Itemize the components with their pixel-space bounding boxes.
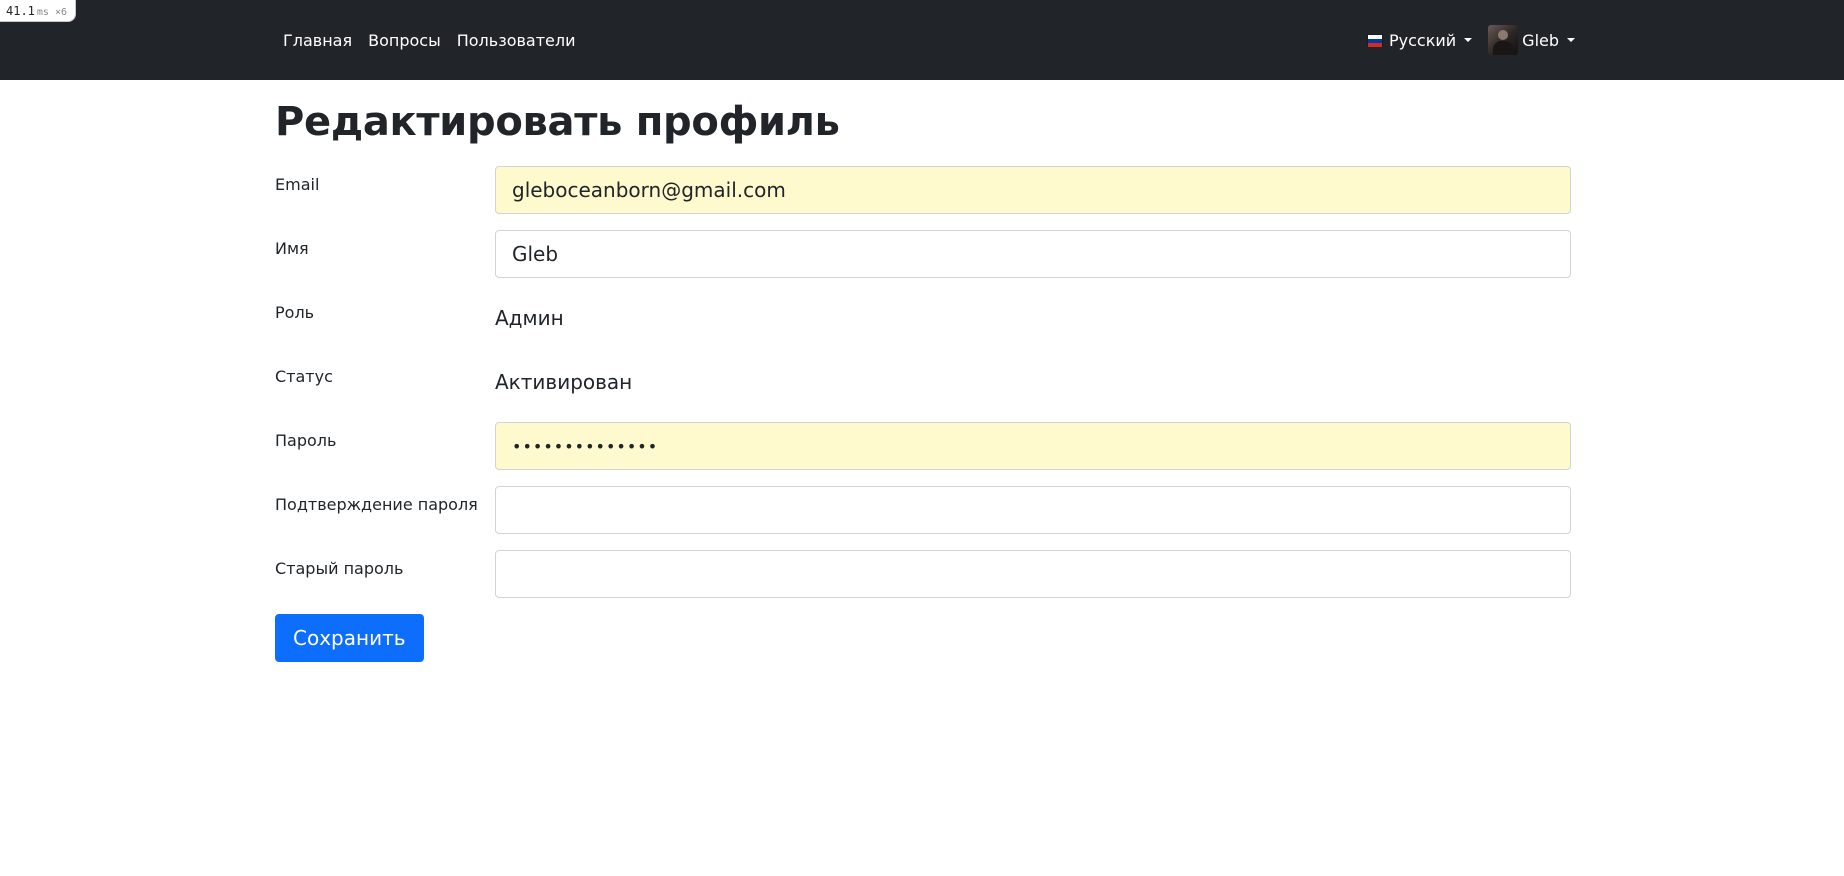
perf-badge: 41.1 ms ×6 [0,0,77,22]
role-value: Админ [495,306,564,330]
name-row: Имя [275,230,1571,278]
status-row: Статус Активирован [275,358,1571,406]
name-field[interactable] [495,230,1571,278]
perf-badge-value: 41.1 [6,4,35,18]
email-field[interactable] [495,166,1571,214]
main-content: Редактировать профиль Email Имя Роль Адм… [275,80,1571,662]
status-label: Статус [275,367,333,386]
password-label: Пароль [275,431,337,450]
nav-link-home[interactable]: Главная [283,31,352,50]
nav-right: Русский Gleb [1367,0,1576,80]
old-password-row: Старый пароль [275,550,1571,598]
password-row: Пароль [275,422,1571,470]
old-password-label: Старый пароль [275,559,404,578]
user-name: Gleb [1522,30,1560,50]
role-row: Роль Админ [275,294,1571,342]
language-dropdown[interactable]: Русский [1367,30,1473,50]
password-confirm-row: Подтверждение пароля [275,486,1571,534]
nav-link-questions[interactable]: Вопросы [368,31,441,50]
email-row: Email [275,166,1571,214]
name-label: Имя [275,239,309,258]
language-label: Русский [1389,30,1457,50]
user-avatar-icon [1488,25,1519,55]
chevron-down-icon [1464,38,1473,42]
status-value: Активирован [495,370,633,394]
role-label: Роль [275,303,315,322]
chevron-down-icon [1567,38,1576,42]
password-field[interactable] [495,422,1571,470]
password-confirm-label: Подтверждение пароля [275,495,478,514]
nav-link-users[interactable]: Пользователи [457,31,576,50]
top-navbar: Главная Вопросы Пользователи Русский Gle… [0,0,1844,80]
ru-flag-icon [1367,34,1383,47]
email-label: Email [275,175,320,194]
old-password-field[interactable] [495,550,1571,598]
password-confirm-field[interactable] [495,486,1571,534]
user-dropdown[interactable]: Gleb [1488,25,1576,55]
perf-badge-unit: ms ×6 [36,7,68,18]
nav-links: Главная Вопросы Пользователи [283,0,592,80]
edit-profile-form: Email Имя Роль Админ Статус Активирован … [275,166,1571,662]
save-button[interactable]: Сохранить [275,614,424,662]
page-title: Редактировать профиль [275,99,840,145]
